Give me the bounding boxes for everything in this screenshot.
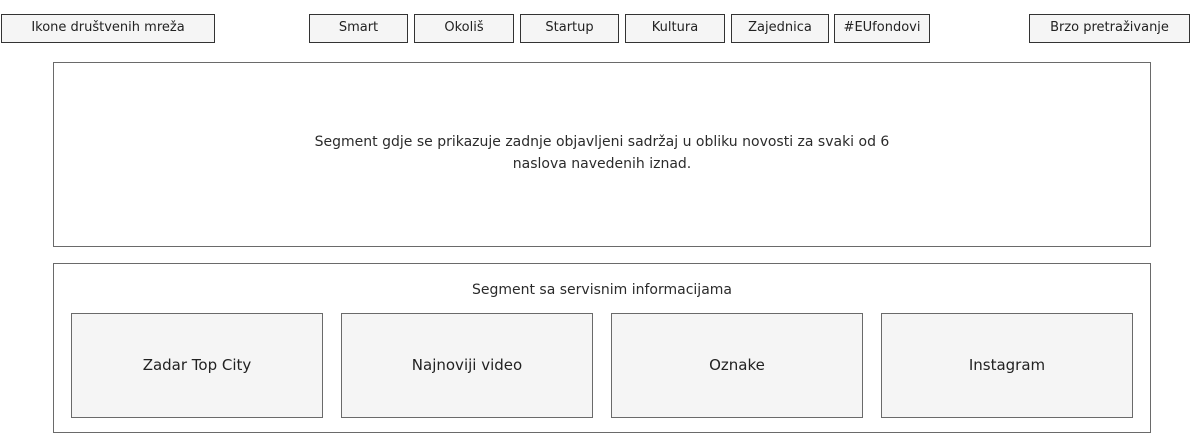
category-label: Okoliš: [444, 20, 484, 36]
service-tile-instagram[interactable]: Instagram: [881, 313, 1133, 418]
category-label: Kultura: [651, 20, 699, 36]
news-segment-line-2: naslova navedenih iznad.: [512, 155, 692, 172]
social-icons-button[interactable]: Ikone društvenih mreža: [1, 14, 215, 43]
category-eufondovi-button[interactable]: #EUfondovi: [834, 14, 930, 43]
service-tile-label: Zadar Top City: [142, 355, 252, 374]
social-icons-label: Ikone društvenih mreža: [31, 20, 185, 36]
category-zajednica-button[interactable]: Zajednica: [731, 14, 829, 43]
category-kultura-button[interactable]: Kultura: [625, 14, 725, 43]
category-label: #EUfondovi: [843, 20, 921, 36]
service-segment-title: Segment sa servisnim informacijama: [471, 282, 732, 298]
category-startup-button[interactable]: Startup: [520, 14, 619, 43]
service-tile-najnoviji-video[interactable]: Najnoviji video: [341, 313, 593, 418]
category-label: Startup: [545, 20, 594, 36]
news-segment-text: Segment gdje se prikazuje zadnje objavlj…: [53, 132, 1151, 175]
service-tile-label: Oznake: [709, 355, 765, 374]
quick-search-button[interactable]: Brzo pretraživanje: [1029, 14, 1190, 43]
news-segment-line-1: Segment gdje se prikazuje zadnje objavlj…: [314, 134, 890, 150]
service-tile-label: Instagram: [968, 355, 1046, 374]
service-tile-oznake[interactable]: Oznake: [611, 313, 863, 418]
category-smart-button[interactable]: Smart: [309, 14, 408, 43]
category-label: Zajednica: [748, 20, 812, 36]
category-okolis-button[interactable]: Okoliš: [414, 14, 514, 43]
category-label: Smart: [338, 20, 379, 36]
service-tile-label: Najnoviji video: [411, 355, 523, 374]
service-tile-zadar-top-city[interactable]: Zadar Top City: [71, 313, 323, 418]
quick-search-label: Brzo pretraživanje: [1050, 20, 1169, 36]
